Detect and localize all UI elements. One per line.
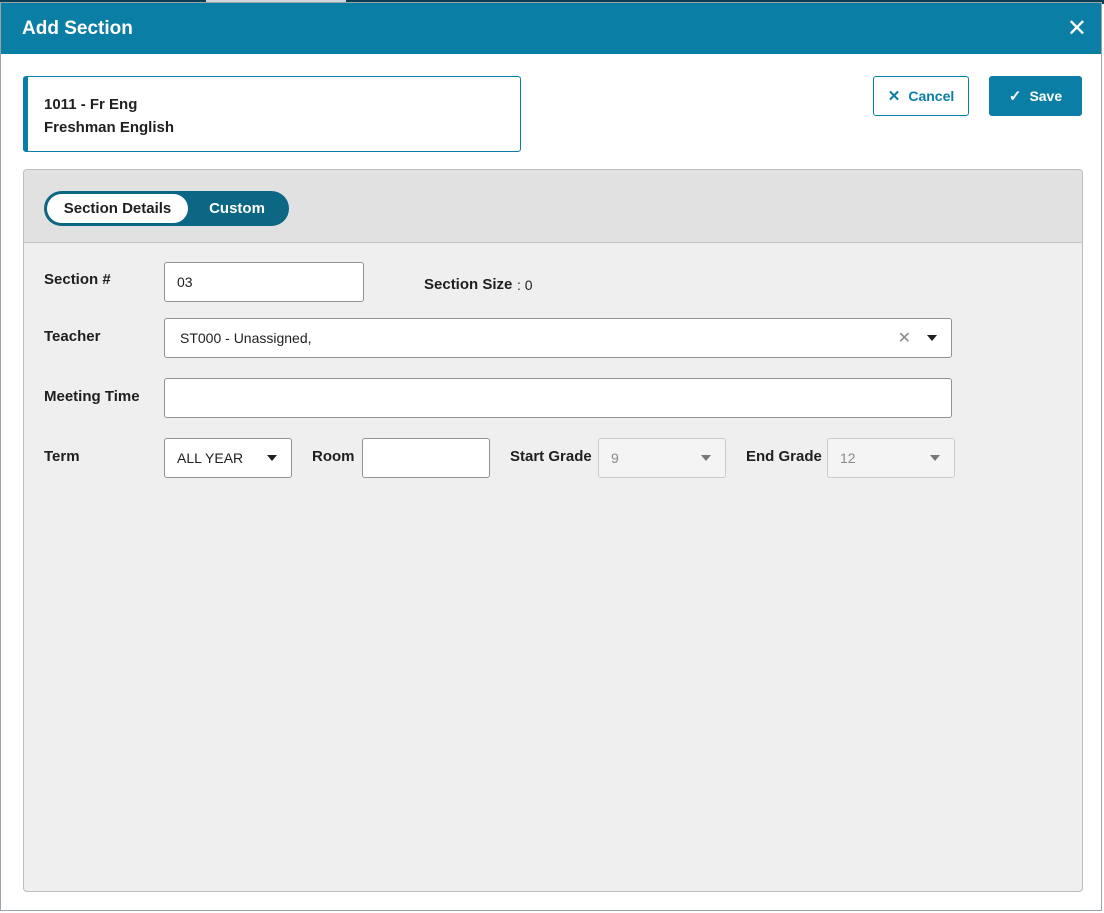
meeting-time-label: Meeting Time — [44, 388, 140, 405]
end-grade-select: 12 — [827, 438, 955, 478]
save-button[interactable]: ✓ Save — [989, 76, 1082, 116]
cancel-button[interactable]: ✕ Cancel — [873, 76, 969, 116]
check-icon: ✓ — [1008, 88, 1022, 105]
room-label: Room — [312, 448, 355, 465]
section-number-label: Section # — [44, 271, 111, 288]
term-value: ALL YEAR — [177, 450, 244, 466]
tab-custom[interactable]: Custom — [188, 194, 286, 223]
close-icon[interactable]: ✕ — [1067, 16, 1087, 41]
end-grade-label: End Grade — [746, 448, 822, 465]
term-label: Term — [44, 448, 80, 465]
tab-section-details[interactable]: Section Details — [47, 194, 188, 223]
chevron-down-icon — [267, 455, 277, 461]
tab-toggle: Section Details Custom — [44, 191, 289, 226]
chevron-down-icon — [927, 335, 937, 341]
term-select[interactable]: ALL YEAR — [164, 438, 292, 478]
start-grade-label: Start Grade — [510, 448, 592, 465]
section-form-panel: Section Details Custom Section # 03 Sect… — [23, 169, 1083, 892]
teacher-select[interactable]: ST000 - Unassigned, ✕ — [164, 318, 952, 358]
cancel-label: Cancel — [908, 88, 955, 104]
teacher-label: Teacher — [44, 328, 101, 345]
chevron-down-icon — [701, 455, 711, 461]
dialog-title: Add Section — [22, 17, 133, 39]
teacher-value: ST000 - Unassigned, — [180, 330, 312, 346]
section-number-input[interactable]: 03 — [164, 262, 364, 302]
course-name: Freshman English — [44, 119, 175, 136]
start-grade-select: 9 — [598, 438, 726, 478]
tab-bar: Section Details Custom — [24, 170, 1082, 243]
room-input[interactable] — [362, 438, 490, 478]
add-section-dialog: Add Section ✕ 1011 - Fr Eng Freshman Eng… — [0, 2, 1102, 911]
end-grade-value: 12 — [840, 450, 856, 466]
section-number-value: 03 — [177, 274, 193, 290]
section-size-value: : 0 — [517, 277, 533, 293]
meeting-time-input[interactable] — [164, 378, 952, 418]
dialog-header: Add Section ✕ — [1, 3, 1101, 54]
start-grade-value: 9 — [611, 450, 619, 466]
save-label: Save — [1029, 88, 1063, 104]
chevron-down-icon — [930, 455, 940, 461]
clear-icon[interactable]: ✕ — [898, 328, 911, 348]
course-info-card: 1011 - Fr Eng Freshman English — [23, 76, 521, 152]
course-code: 1011 - Fr Eng — [44, 96, 138, 113]
x-icon: ✕ — [887, 88, 901, 105]
section-size-label: Section Size — [424, 276, 513, 293]
